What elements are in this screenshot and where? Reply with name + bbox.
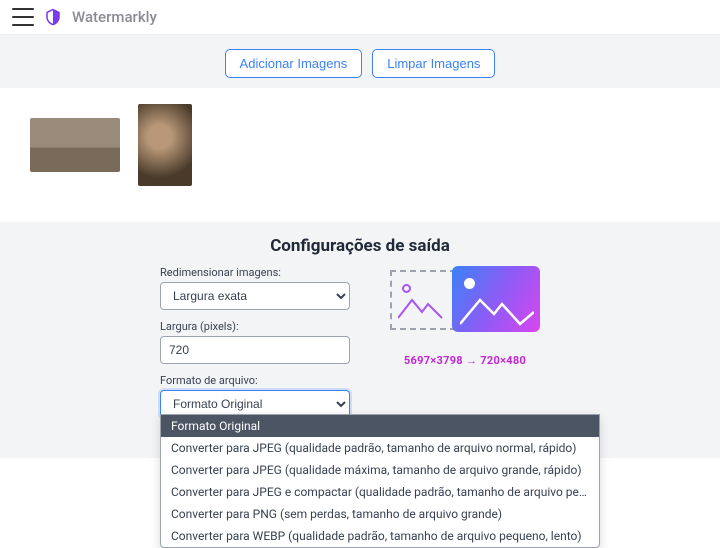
- resize-select[interactable]: Largura exata: [160, 282, 350, 310]
- image-area: Adicionar Imagens Limpar Imagens: [0, 35, 720, 222]
- image-thumbnail[interactable]: [138, 104, 192, 186]
- brand-title: Watermarkly: [72, 8, 157, 26]
- resize-illustration: 5697×3798 → 720×480: [380, 266, 550, 367]
- thumbnail-strip: [0, 88, 720, 222]
- clear-images-button[interactable]: Limpar Imagens: [372, 49, 495, 78]
- format-option[interactable]: Converter para WEBP (qualidade padrão, t…: [161, 525, 599, 547]
- format-label: Formato de arquivo:: [160, 374, 350, 387]
- add-images-button[interactable]: Adicionar Imagens: [225, 49, 363, 78]
- menu-icon[interactable]: [12, 8, 34, 26]
- format-option[interactable]: Converter para JPEG e compactar (qualida…: [161, 481, 599, 503]
- image-thumbnail[interactable]: [30, 118, 120, 172]
- settings-title: Configurações de saída: [0, 236, 720, 256]
- format-option[interactable]: Formato Original: [161, 415, 599, 437]
- shield-icon: [44, 8, 62, 26]
- width-label: Largura (pixels):: [160, 320, 350, 333]
- format-option[interactable]: Converter para PNG (sem perdas, tamanho …: [161, 503, 599, 525]
- format-option[interactable]: Converter para JPEG (qualidade máxima, t…: [161, 459, 599, 481]
- resize-label: Redimensionar imagens:: [160, 266, 350, 279]
- dimensions-readout: 5697×3798 → 720×480: [380, 354, 550, 367]
- format-option[interactable]: Converter para JPEG (qualidade padrão, t…: [161, 437, 599, 459]
- format-dropdown: Formato Original Converter para JPEG (qu…: [160, 414, 600, 548]
- topbar: Watermarkly: [0, 0, 720, 35]
- width-input[interactable]: [160, 336, 350, 364]
